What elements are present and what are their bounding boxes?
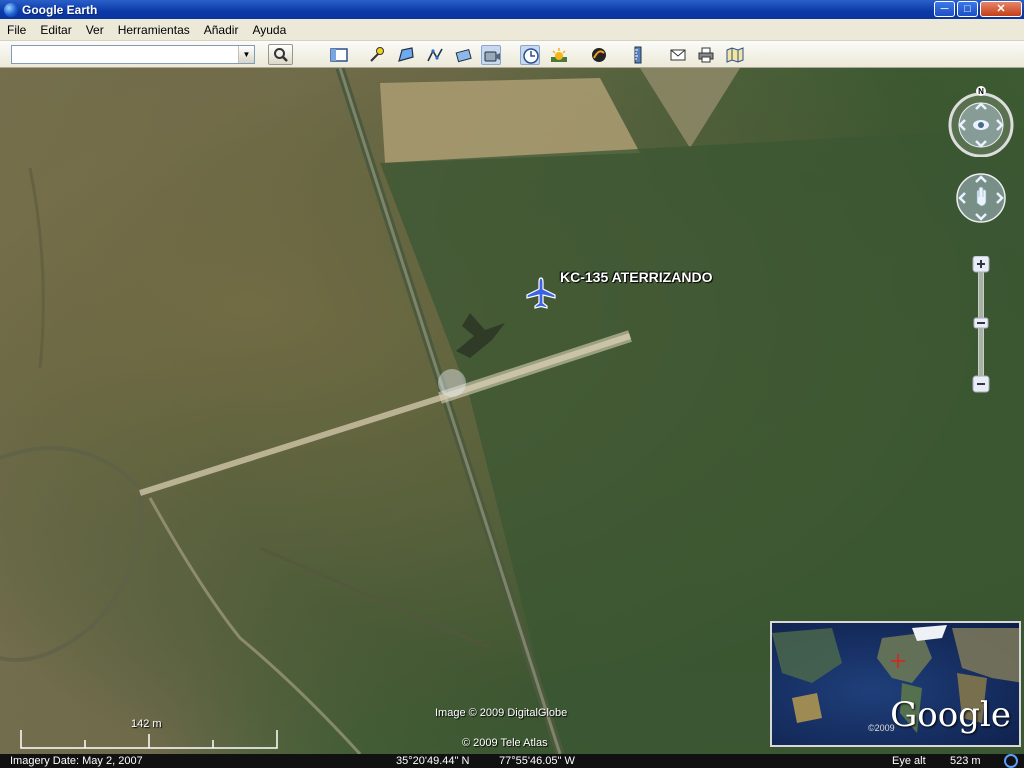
eye-alt-value: 523 m <box>950 755 981 767</box>
menu-add[interactable]: Añadir <box>197 23 246 37</box>
record-tour-icon[interactable] <box>481 45 501 65</box>
window-title: Google Earth <box>22 2 98 17</box>
menu-view[interactable]: Ver <box>79 23 111 37</box>
search-button[interactable] <box>268 44 293 65</box>
imagery-date: Imagery Date: May 2, 2007 <box>10 755 143 767</box>
historical-imagery-icon[interactable] <box>520 45 540 65</box>
menu-edit[interactable]: Editar <box>33 23 78 37</box>
toolbar: ▼ <box>0 41 1024 68</box>
airplane-icon[interactable] <box>524 276 558 310</box>
status-bar: Imagery Date: May 2, 2007 35°20'49.44" N… <box>0 754 1024 768</box>
compass-north-label: N <box>978 87 984 96</box>
map-view[interactable]: KC-135 ATERRIZANDO N Image © 2009 Digita… <box>0 68 1024 754</box>
latitude-readout: 35°20'49.44" N <box>396 755 470 767</box>
overview-map[interactable]: ©2009 Google <box>770 621 1021 747</box>
menu-help[interactable]: Ayuda <box>245 23 293 37</box>
streaming-indicator-icon <box>1004 754 1018 768</box>
search-input[interactable]: ▼ <box>11 45 255 64</box>
add-placemark-icon[interactable] <box>367 45 387 65</box>
menu-file[interactable]: File <box>0 23 33 37</box>
look-joystick[interactable]: N <box>942 85 1020 157</box>
scale-bar <box>20 730 278 749</box>
data-credit: © 2009 Tele Atlas <box>462 737 548 749</box>
view-in-maps-icon[interactable] <box>725 45 745 65</box>
sunlight-icon[interactable] <box>549 45 569 65</box>
print-icon[interactable] <box>696 45 716 65</box>
add-path-icon[interactable] <box>425 45 445 65</box>
magnifier-icon <box>273 48 288 62</box>
google-logo: Google <box>890 695 1011 735</box>
menu-bar: File Editar Ver Herramientas Añadir Ayud… <box>0 19 1024 41</box>
email-icon[interactable] <box>668 45 688 65</box>
ruler-icon[interactable] <box>628 45 648 65</box>
hand-icon <box>976 186 987 207</box>
placemark-label[interactable]: KC-135 ATERRIZANDO <box>560 269 712 285</box>
move-joystick[interactable] <box>955 172 1007 224</box>
add-overlay-icon[interactable] <box>454 45 474 65</box>
close-button[interactable]: ✕ <box>980 1 1022 17</box>
imagery-credit: Image © 2009 DigitalGlobe <box>435 707 568 719</box>
sidebar-toggle-icon[interactable] <box>329 45 349 65</box>
window-controls: ─ □ ✕ <box>934 1 1022 17</box>
maximize-button[interactable]: □ <box>957 1 978 17</box>
add-polygon-icon[interactable] <box>396 45 416 65</box>
google-earth-icon <box>4 2 18 17</box>
title-bar: Google Earth ─ □ ✕ <box>0 0 1024 19</box>
eye-alt-label: Eye alt <box>892 755 926 767</box>
search-dropdown-button[interactable]: ▼ <box>238 46 254 63</box>
zoom-slider[interactable] <box>971 256 991 398</box>
sky-switch-icon[interactable] <box>589 45 609 65</box>
menu-tools[interactable]: Herramientas <box>111 23 197 37</box>
longitude-readout: 77°55'46.05" W <box>499 755 575 767</box>
minimize-button[interactable]: ─ <box>934 1 955 17</box>
